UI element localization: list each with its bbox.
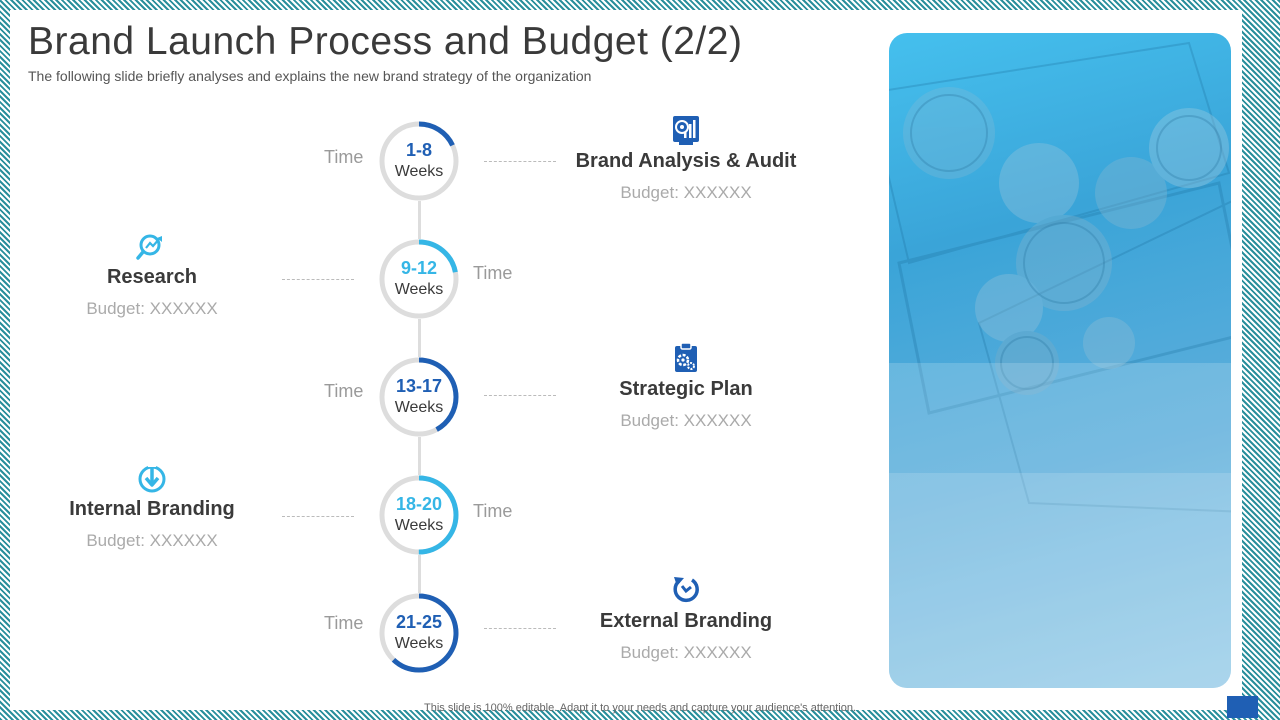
step-name: Brand Analysis & Audit [575,150,797,172]
milestone-weeks-range: 1-8 [405,140,432,160]
milestone-circle-5: 21-25 Weeks [379,593,459,673]
step-budget: Budget: XXXXXX [86,299,218,318]
download-arrow-icon [138,462,166,493]
milestone-circle-4: 18-20 Weeks [379,475,459,555]
magnifier-chart-icon [136,234,162,260]
milestone-weeks-range: 9-12 [400,258,438,278]
step-research: Research Budget: XXXXXX [22,232,282,319]
milestone-weeks-label: Weeks [394,635,444,652]
refresh-arrow-icon [673,577,699,603]
milestone-weeks-range: 13-17 [395,376,443,396]
connector-dash [282,279,354,280]
milestone-weeks-label: Weeks [394,399,444,416]
analytics-monitor-icon [673,116,699,145]
slide-subtitle: The following slide briefly analyses and… [28,68,592,84]
milestone-weeks-label: Weeks [394,517,444,534]
step-brand-analysis: Brand Analysis & Audit Budget: XXXXXX [556,114,816,203]
step-strategic-plan: Strategic Plan Budget: XXXXXX [556,342,816,431]
step-budget: Budget: XXXXXX [620,643,752,662]
milestone-circle-3: 13-17 Weeks [379,357,459,437]
step-name: External Branding [599,610,773,632]
milestone-weeks-label: Weeks [394,281,444,298]
milestone-weeks-range: 21-25 [395,612,443,632]
connector-dash [484,395,556,396]
step-budget: Budget: XXXXXX [620,411,752,430]
time-label: Time [473,263,513,283]
step-budget: Budget: XXXXXX [620,183,752,202]
step-name: Strategic Plan [619,378,753,400]
step-name: Internal Branding [69,498,235,520]
coins-banknotes-illustration [889,41,1231,688]
time-label: Time [324,147,364,167]
milestone-circle-2: 9-12 Weeks [379,239,459,319]
step-internal-branding: Internal Branding Budget: XXXXXX [22,462,282,551]
slide: Brand Launch Process and Budget (2/2) Th… [10,10,1258,718]
milestone-weeks-range: 18-20 [395,494,443,514]
slide-number-box [1227,696,1258,718]
clipboard-gear-icon [675,342,697,372]
connector-dash [484,628,556,629]
milestone-circle-1: 1-8 Weeks [379,121,459,201]
milestone-weeks-label: Weeks [394,163,444,180]
connector-dash [282,516,354,517]
money-photo [889,33,1231,688]
step-name: Research [106,266,198,288]
step-external-branding: External Branding Budget: XXXXXX [556,574,816,663]
time-label: Time [324,381,364,401]
slide-title: Brand Launch Process and Budget (2/2) [28,20,743,63]
step-budget: Budget: XXXXXX [86,531,218,550]
footer-note: This slide is 100% editable. Adapt it to… [424,702,856,714]
time-label: Time [324,613,364,633]
connector-dash [484,161,556,162]
time-label: Time [473,501,513,521]
